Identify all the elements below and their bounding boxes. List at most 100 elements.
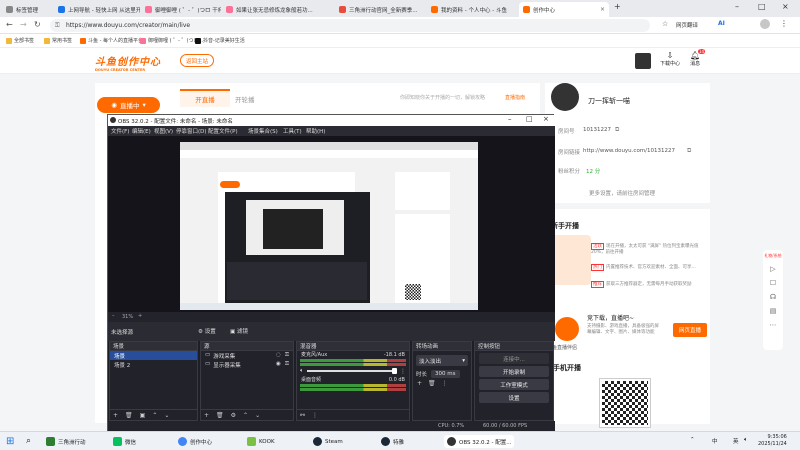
back-icon[interactable]: ← [6, 20, 13, 29]
reload-icon[interactable]: ↻ [34, 20, 41, 29]
bookmark-item[interactable]: 常用书签 [44, 37, 72, 44]
maximize-icon[interactable]: □ [758, 2, 766, 11]
gear-icon[interactable]: ⋮ [400, 368, 406, 375]
link-icon[interactable]: ⚯ [300, 412, 305, 419]
taskbar-app[interactable]: 创作中心 [175, 435, 215, 448]
message-icon[interactable]: ☐ [763, 279, 783, 287]
ime-indicator[interactable]: 中 [712, 437, 718, 445]
guide-link[interactable]: 直播指南 [505, 94, 525, 101]
menu-edit[interactable]: 编辑(E) [132, 127, 151, 135]
properties-button[interactable]: ⚙ 设置 [198, 327, 216, 335]
bookmark-item[interactable]: 全部书签 [6, 37, 34, 44]
filters-button[interactable]: ▣ 滤镜 [230, 327, 248, 335]
menu-icon[interactable]: ⋮ [312, 412, 318, 419]
tab-start-live[interactable]: 开直播 [180, 89, 230, 107]
messages[interactable]: 🔔︎ 消息 14 [690, 49, 706, 67]
tray-chevron-icon[interactable]: ⌃ [690, 437, 695, 443]
menu-icon[interactable]: ⋮ [780, 19, 788, 28]
menu-file[interactable]: 文件(F) [111, 127, 129, 135]
duration-input[interactable]: 300 ms [431, 370, 460, 378]
avatar[interactable] [760, 19, 770, 29]
studio-mode-button[interactable]: 工作室模式 [479, 379, 549, 390]
translate-button[interactable]: 网页翻译 [676, 21, 698, 29]
download-center[interactable]: ⇩ 下载中心 [660, 51, 680, 67]
more-settings-link[interactable]: 更多设置，请前往房间管理 [589, 189, 655, 197]
browser-tab[interactable]: 上网导航 - 轻快上网 从这里开始 [54, 2, 140, 17]
copy-icon[interactable]: ⧉ [615, 126, 619, 134]
start-recording-button[interactable]: 开始录制 [479, 366, 549, 377]
trash-icon[interactable]: 🗑︎ [216, 412, 224, 419]
browser-tab[interactable]: 我的资料 - 个人中心 - 斗鱼 [427, 2, 517, 17]
menu-scene-collection[interactable]: 场景集合(S) [248, 127, 278, 135]
down-icon[interactable]: ⌄ [164, 412, 169, 419]
ai-button[interactable]: AI [718, 20, 725, 27]
menu-view[interactable]: 视图(V) [154, 127, 173, 135]
down-icon[interactable]: ⌄ [255, 412, 260, 419]
web-live-button[interactable]: 网页直播 [673, 323, 707, 337]
taskbar-app[interactable]: 三角洲行动 [43, 435, 89, 448]
transition-select[interactable]: 淡入淡出 ▾ [416, 355, 468, 366]
taskbar-app[interactable]: KOOK [244, 435, 278, 448]
obs-preview[interactable] [108, 136, 555, 312]
browser-tab[interactable]: 三角洲行动官网_全新赛季... [335, 2, 425, 17]
minimize-icon[interactable]: – [735, 2, 739, 11]
settings-button[interactable]: 设置 [479, 392, 549, 403]
unlock-icon[interactable]: ⚿ [285, 361, 289, 368]
filter-icon[interactable]: ▣ [140, 412, 146, 419]
source-item[interactable]: ▭ 显示器采集 ◉ ⚿ [201, 360, 293, 369]
url-input[interactable]: ⚿ https://www.douyu.com/creator/main/liv… [50, 19, 650, 32]
menu-profile[interactable]: 配置文件(P) [208, 127, 238, 135]
menu-icon[interactable]: ⋮ [442, 380, 448, 387]
menu-tools[interactable]: 工具(T) [283, 127, 302, 135]
trash-icon[interactable]: 🗑︎ [428, 380, 436, 387]
source-item[interactable]: ▭ 游戏采集 ◌ ⚿ [201, 351, 293, 360]
forward-icon[interactable]: → [20, 20, 27, 29]
douyu-logo[interactable]: 斗鱼创作中心 DOUYU CREATOR CENTER [95, 53, 170, 72]
live-status-button[interactable]: ◉ 直播中 ▾ [97, 97, 160, 113]
speaker-icon[interactable]: 🔈︎ [744, 436, 748, 444]
gear-icon[interactable]: ⚙ [231, 412, 236, 419]
close-icon[interactable]: × [600, 6, 605, 13]
headset-icon[interactable]: ☊ [763, 293, 783, 301]
hidden-icon[interactable]: ◌ [276, 352, 281, 359]
star-icon[interactable]: ☆ [662, 20, 668, 28]
browser-tab[interactable]: 御哩御哩 ( ゜- ゜)つロ 干杯~-bili [141, 2, 221, 17]
bookmark-item[interactable]: 御哩御哩 ( ゜- ゜)つロ... [140, 37, 203, 44]
browser-tab-active[interactable]: 创作中心 × [519, 2, 609, 17]
up-icon[interactable]: ⌃ [243, 412, 248, 419]
add-icon[interactable]: + [113, 412, 118, 419]
start-streaming-button[interactable]: 连接中... [479, 353, 549, 364]
avatar[interactable] [551, 83, 579, 111]
zoom-out-icon[interactable]: – [112, 313, 115, 319]
bookmark-item[interactable]: 抖音-记录美好生活 [195, 37, 245, 44]
play-icon[interactable]: ▷ [763, 265, 783, 273]
taskbar-app[interactable]: Steam [310, 435, 346, 448]
slider-handle[interactable] [392, 368, 397, 374]
menu-help[interactable]: 帮助(H) [306, 127, 325, 135]
more-icon[interactable]: ⋯ [763, 321, 783, 329]
back-to-main-button[interactable]: 返回主站 [180, 54, 215, 67]
taskbar-app[interactable]: 特雅 [378, 435, 407, 448]
bookmark-item[interactable]: 斗鱼 - 每个人的直播平台 [80, 37, 143, 44]
unlock-icon[interactable]: ⚿ [285, 352, 289, 359]
zoom-in-icon[interactable]: + [138, 313, 142, 319]
browser-tab[interactable]: 标签管理 [2, 2, 52, 17]
taskbar-app-active[interactable]: OBS 32.0.2 - 配置... [444, 435, 515, 448]
add-icon[interactable]: + [417, 380, 422, 387]
report-icon[interactable]: ▤ [763, 307, 783, 315]
up-icon[interactable]: ⌃ [152, 412, 157, 419]
close-icon[interactable]: × [543, 115, 549, 123]
new-tab-button[interactable]: + [614, 2, 621, 11]
menu-docks[interactable]: 停靠窗口(D) [176, 127, 207, 135]
avatar[interactable] [635, 53, 651, 69]
gift-system-link[interactable]: 礼物/系统 [763, 253, 783, 259]
trash-icon[interactable]: 🗑︎ [125, 412, 133, 419]
tab-replay[interactable]: 开轮播 [235, 94, 255, 104]
volume-slider[interactable] [306, 368, 397, 374]
minimize-icon[interactable]: – [508, 115, 512, 123]
maximize-icon[interactable]: □ [526, 115, 533, 123]
language-indicator[interactable]: 英 [733, 437, 739, 445]
add-icon[interactable]: + [204, 412, 209, 419]
clock[interactable]: 9:35:06 2025/11/24 [758, 434, 787, 448]
scene-item[interactable]: 场景 [110, 351, 197, 360]
